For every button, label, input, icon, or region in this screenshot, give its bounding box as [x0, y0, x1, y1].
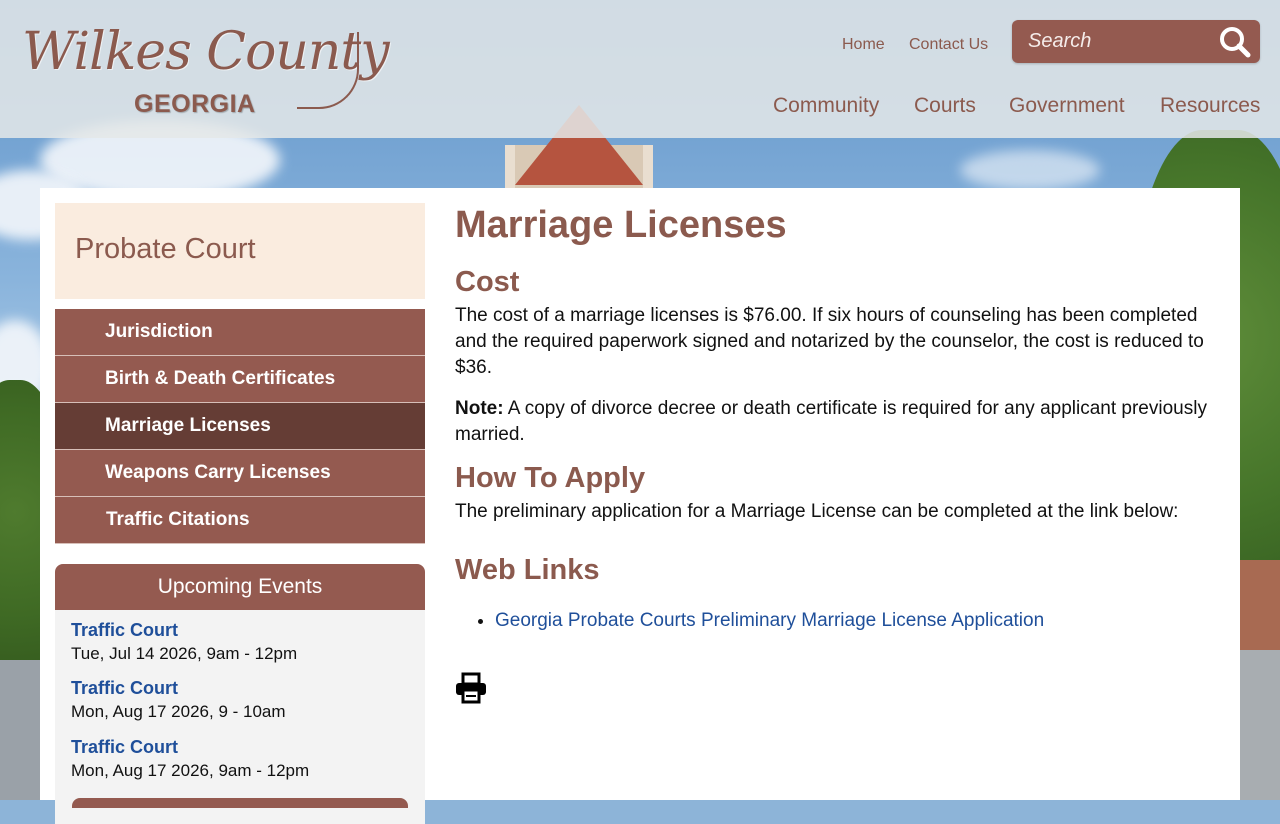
sidebar-nav: Jurisdiction Birth & Death Certificates … — [55, 309, 425, 544]
contact-us-link[interactable]: Contact Us — [909, 36, 988, 54]
note-label: Note: — [455, 398, 504, 419]
site-header: Wilkes County GEORGIA Home Contact Us Co… — [0, 0, 1280, 138]
search-input[interactable] — [1020, 26, 1226, 56]
event-item: Traffic Court Tue, Jul 14 2026, 9am - 12… — [71, 620, 297, 664]
sidebar-item-weapons-carry-licenses[interactable]: Weapons Carry Licenses — [55, 450, 425, 497]
upcoming-events-panel: Upcoming Events Traffic Court Tue, Jul 1… — [55, 564, 425, 824]
nav-courts[interactable]: Courts — [914, 94, 976, 118]
marriage-application-link[interactable]: Georgia Probate Courts Preliminary Marri… — [495, 610, 1044, 631]
web-links-list: Georgia Probate Courts Preliminary Marri… — [455, 610, 1044, 632]
how-to-apply-heading: How To Apply — [455, 462, 646, 494]
list-item: Georgia Probate Courts Preliminary Marri… — [495, 610, 1044, 632]
site-logo[interactable]: Wilkes County GEORGIA — [22, 22, 390, 122]
nav-government[interactable]: Government — [1009, 94, 1125, 118]
street — [0, 660, 42, 800]
home-link[interactable]: Home — [842, 36, 885, 54]
sidebar-header: Probate Court — [55, 203, 425, 299]
nav-community[interactable]: Community — [773, 94, 879, 118]
content-card: Probate Court Jurisdiction Birth & Death… — [40, 188, 1240, 824]
web-links-heading: Web Links — [455, 554, 600, 586]
event-title-link[interactable]: Traffic Court — [71, 678, 286, 699]
sidebar-item-birth-death-certificates[interactable]: Birth & Death Certificates — [55, 356, 425, 403]
page-title: Marriage Licenses — [455, 204, 787, 246]
event-item: Traffic Court Mon, Aug 17 2026, 9am - 12… — [71, 737, 309, 781]
search-box — [1012, 20, 1260, 63]
nav-resources[interactable]: Resources — [1160, 94, 1260, 118]
logo-subtitle: GEORGIA — [134, 90, 256, 118]
sidebar-item-traffic-citations[interactable]: Traffic Citations — [55, 497, 425, 544]
event-date: Mon, Aug 17 2026, 9am - 12pm — [71, 761, 310, 780]
cloud — [960, 150, 1100, 190]
sidebar-title: Probate Court — [75, 233, 256, 265]
upcoming-events-heading: Upcoming Events — [55, 564, 425, 610]
event-date: Mon, Aug 17 2026, 9 - 10am — [71, 702, 286, 721]
event-title-link[interactable]: Traffic Court — [71, 620, 297, 641]
event-item: Traffic Court Mon, Aug 17 2026, 9 - 10am — [71, 678, 286, 722]
printer-icon[interactable] — [455, 672, 487, 704]
search-icon[interactable] — [1218, 25, 1252, 59]
note-paragraph: Note: A copy of divorce decree or death … — [455, 396, 1225, 448]
note-text: A copy of divorce decree or death certif… — [455, 398, 1207, 445]
sidebar-item-marriage-licenses[interactable]: Marriage Licenses — [55, 403, 425, 450]
event-title-link[interactable]: Traffic Court — [71, 737, 309, 758]
event-date: Tue, Jul 14 2026, 9am - 12pm — [71, 644, 298, 663]
sidebar-item-jurisdiction[interactable]: Jurisdiction — [55, 309, 425, 356]
street — [1238, 650, 1280, 800]
logo-swash — [297, 32, 359, 109]
cost-heading: Cost — [455, 266, 520, 298]
apply-paragraph: The preliminary application for a Marria… — [455, 501, 1179, 522]
cost-paragraph: The cost of a marriage licenses is $76.0… — [455, 305, 1204, 378]
